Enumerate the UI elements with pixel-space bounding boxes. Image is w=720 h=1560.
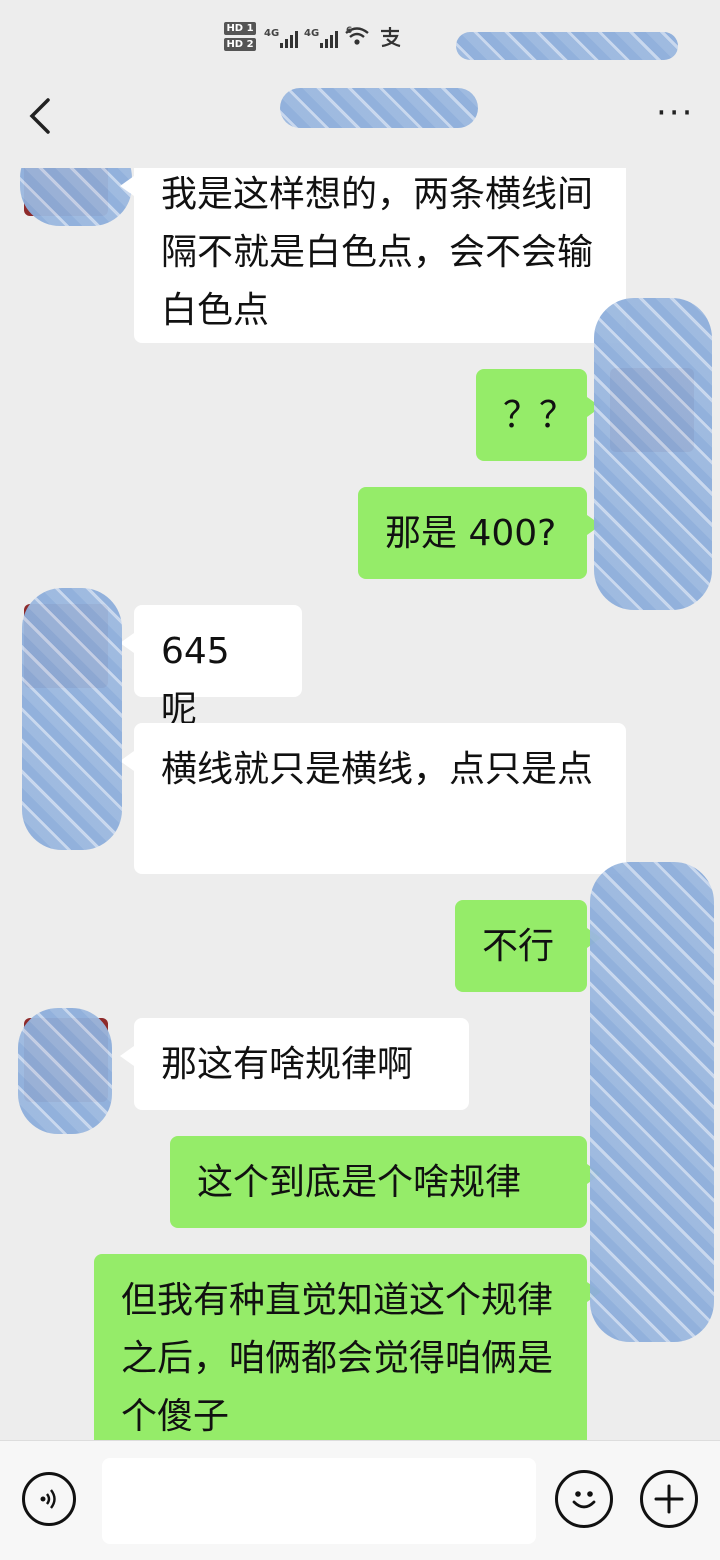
network-type-1: 4G (264, 28, 280, 39)
signal-icon (280, 30, 298, 48)
redaction-blur (456, 32, 678, 60)
avatar-redaction (590, 862, 714, 1342)
message-bubble[interactable]: 不行 (455, 900, 601, 992)
message-bubble[interactable]: 我是这样想的，两条横线间隔不就是白色点，会不会输白色点 (120, 168, 626, 343)
avatar-redaction (20, 168, 132, 226)
more-dots-icon[interactable]: ··· (656, 96, 700, 138)
voice-icon[interactable] (22, 1472, 76, 1526)
network-type-2: 4G (304, 28, 320, 39)
hd-indicator: HD 1 HD 2 (224, 22, 258, 54)
plus-icon[interactable] (640, 1470, 698, 1528)
chat-header: ··· (0, 80, 720, 168)
avatar-redaction (594, 298, 712, 610)
message-bubble[interactable]: 645 呢 (120, 605, 302, 730)
message-list: 我是这样想的，两条横线间隔不就是白色点，会不会输白色点 ？？ 那是 400? 6… (0, 168, 720, 1440)
avatar-redaction (22, 588, 122, 850)
hd2-badge: HD 2 (224, 38, 256, 51)
message-input[interactable] (102, 1458, 536, 1544)
chevron-left-icon[interactable] (26, 96, 66, 140)
avatar-redaction (18, 1008, 112, 1134)
chat-title-redaction (280, 88, 478, 128)
message-bubble[interactable]: 但我有种直觉知道这个规律之后，咱俩都会觉得咱俩是个傻子 (94, 1254, 601, 1440)
hd1-badge: HD 1 (224, 22, 256, 35)
message-bubble[interactable]: 这个到底是个啥规律 (170, 1136, 601, 1228)
emoji-icon[interactable] (555, 1470, 613, 1528)
message-bubble[interactable]: 横线就只是横线，点只是点 (120, 723, 626, 874)
message-bubble[interactable]: 那是 400? (358, 487, 601, 579)
message-bubble[interactable]: 那这有啥规律啊 (120, 1018, 469, 1110)
alipay-icon (378, 26, 402, 54)
status-bar: HD 1 HD 2 4G 4G 6 (0, 0, 720, 80)
wifi-6-badge: 6 (346, 26, 353, 36)
input-bar (0, 1440, 720, 1560)
message-bubble[interactable]: ？？ (476, 369, 601, 461)
signal-icon-2 (320, 30, 338, 48)
